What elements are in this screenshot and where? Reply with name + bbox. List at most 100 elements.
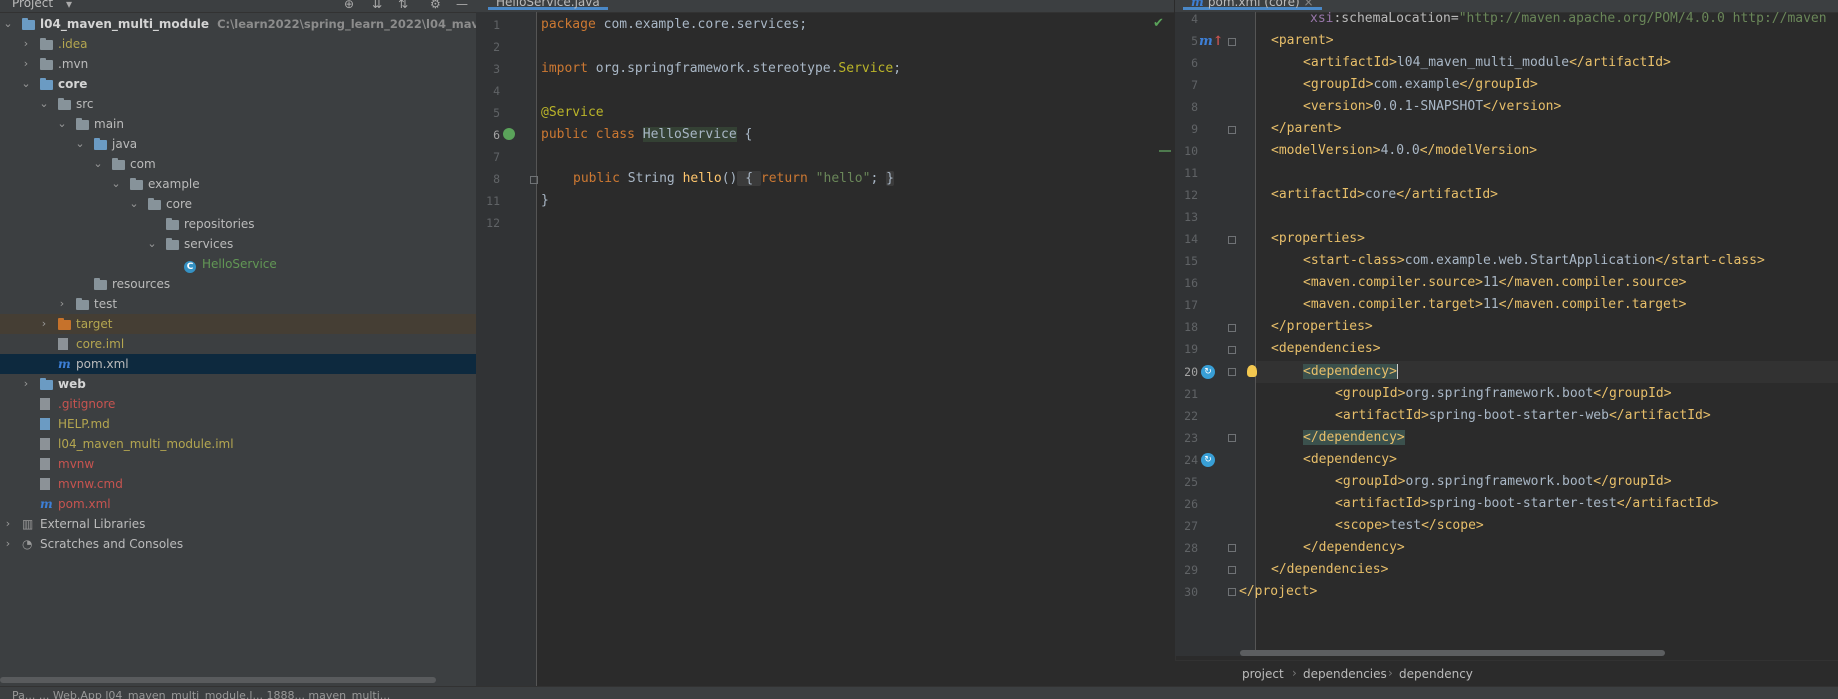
folder-icon — [40, 34, 53, 54]
tree-item-example[interactable]: ⌄ example — [0, 174, 476, 194]
run-dependency-icon[interactable]: ↻ — [1201, 453, 1215, 467]
chevron-right-icon[interactable]: › — [20, 374, 32, 394]
folder-icon — [76, 114, 89, 134]
chevron-down-icon[interactable]: ⌄ — [128, 194, 140, 214]
fold-icon[interactable] — [1228, 126, 1236, 134]
xml-line-25: <groupId>org.springframework.boot</group… — [1335, 474, 1672, 489]
scratches-icon: ◔ — [22, 537, 33, 551]
tree-item-main[interactable]: ⌄ main — [0, 114, 476, 134]
fold-icon[interactable] — [1228, 324, 1236, 332]
folder-icon — [76, 294, 89, 314]
lightbulb-icon[interactable] — [1247, 365, 1257, 377]
xml-line-18: </properties> — [1271, 319, 1373, 334]
tree-item-label: com — [130, 157, 156, 171]
chevron-down-icon[interactable]: ⌄ — [56, 114, 68, 134]
line-number: 11 — [1184, 166, 1198, 180]
line-number: 4 — [493, 84, 500, 98]
chevron-down-icon[interactable]: ⌄ — [92, 154, 104, 174]
tree-item-mvnw[interactable]: mvnw — [0, 454, 476, 474]
tree-item-root-iml[interactable]: l04_maven_multi_module.iml — [0, 434, 476, 454]
tree-item-gitignore[interactable]: .gitignore — [0, 394, 476, 414]
chevron-right-icon[interactable]: › — [2, 514, 14, 534]
chevron-right-icon[interactable]: › — [20, 34, 32, 54]
minimize-icon[interactable]: — — [456, 0, 468, 11]
fold-icon[interactable] — [1228, 588, 1236, 596]
line-number: 4 — [1191, 12, 1198, 26]
maven-icon: m — [40, 497, 53, 511]
chevron-right-icon[interactable]: › — [2, 534, 14, 554]
tree-item-web[interactable]: › web — [0, 374, 476, 394]
locate-icon[interactable]: ⊕ — [344, 0, 354, 11]
tree-item-test[interactable]: › test — [0, 294, 476, 314]
xml-line-16: <maven.compiler.source>11</maven.compile… — [1303, 275, 1687, 290]
chevron-down-icon[interactable]: ⌄ — [20, 74, 32, 94]
tree-item-target[interactable]: › target — [0, 314, 476, 334]
fold-icon[interactable] — [1228, 544, 1236, 552]
chevron-down-icon[interactable]: ⌄ — [2, 14, 14, 34]
tree-item-src[interactable]: ⌄ src — [0, 94, 476, 114]
line-number: 9 — [1191, 122, 1198, 136]
tree-item-resources[interactable]: resources — [0, 274, 476, 294]
tree-item-com[interactable]: ⌄ com — [0, 154, 476, 174]
fold-icon[interactable] — [530, 176, 538, 184]
check-icon[interactable]: ✔ — [1153, 16, 1164, 31]
fold-icon[interactable] — [1228, 434, 1236, 442]
tab-pom-core[interactable]: m pom.xml (core) × — [1183, 0, 1322, 10]
gitignore-file-icon — [40, 394, 50, 414]
chevron-down-icon[interactable]: ⌄ — [74, 134, 86, 154]
tree-item-core-iml[interactable]: core.iml — [0, 334, 476, 354]
tree-item-core-pom[interactable]: m pom.xml — [0, 354, 476, 374]
editor-scrollbar[interactable] — [1240, 650, 1665, 656]
code-line-3: import org.springframework.stereotype.Se… — [541, 61, 902, 76]
tree-item-help-md[interactable]: HELP.md — [0, 414, 476, 434]
line-number: 27 — [1184, 519, 1198, 533]
project-panel-title[interactable]: Project — [12, 0, 53, 10]
fold-icon[interactable] — [1228, 236, 1236, 244]
tree-item-repositories[interactable]: repositories — [0, 214, 476, 234]
tab-helloservice[interactable]: HelloService.java — [488, 0, 608, 10]
excluded-folder-icon — [58, 314, 71, 334]
tree-item-external-libraries[interactable]: › ▥ External Libraries — [0, 514, 476, 534]
run-dependency-icon[interactable]: ↻ — [1201, 365, 1215, 379]
collapse-all-icon[interactable]: ⇊ — [372, 0, 382, 11]
tree-item-label: Scratches and Consoles — [40, 537, 184, 551]
project-panel-scrollbar[interactable] — [0, 677, 436, 683]
breadcrumb-project[interactable]: project — [1242, 667, 1284, 681]
tree-item-root-pom[interactable]: m pom.xml — [0, 494, 476, 514]
tree-item-core-package[interactable]: ⌄ core — [0, 194, 476, 214]
tree-item-java[interactable]: ⌄ java — [0, 134, 476, 154]
tree-item-idea[interactable]: › .idea — [0, 34, 476, 54]
chevron-down-icon[interactable]: ⌄ — [38, 94, 50, 114]
xml-line-20[interactable]: <dependency> — [1303, 361, 1398, 383]
line-number: 24 — [1184, 453, 1198, 467]
chevron-down-icon[interactable]: ▾ — [66, 0, 72, 11]
maven-parent-icon[interactable]: m↑ — [1199, 34, 1224, 49]
breadcrumb-dependency[interactable]: dependency — [1399, 667, 1473, 681]
fold-icon[interactable] — [1228, 38, 1236, 46]
breadcrumb-dependencies[interactable]: dependencies — [1303, 667, 1387, 681]
package-icon — [148, 194, 161, 214]
library-icon: ▥ — [22, 517, 34, 531]
line-number: 17 — [1184, 298, 1198, 312]
tree-item-mvn[interactable]: › .mvn — [0, 54, 476, 74]
line-number: 8 — [1191, 100, 1198, 114]
tree-item-scratches[interactable]: › ◔ Scratches and Consoles — [0, 534, 476, 554]
fold-icon[interactable] — [1228, 566, 1236, 574]
expand-icon[interactable]: ⇅ — [398, 0, 408, 11]
fold-icon[interactable] — [1228, 346, 1236, 354]
tree-item-services[interactable]: ⌄ services — [0, 234, 476, 254]
chevron-down-icon[interactable]: ⌄ — [146, 234, 158, 254]
gear-icon[interactable]: ⚙ — [430, 0, 441, 11]
line-number: 8 — [493, 172, 500, 186]
xml-line-14: <properties> — [1271, 231, 1365, 246]
tree-item-root[interactable]: ⌄ l04_maven_multi_module C:\learn2022\spr… — [0, 14, 552, 34]
chevron-down-icon[interactable]: ⌄ — [110, 174, 122, 194]
chevron-right-icon[interactable]: › — [20, 54, 32, 74]
tree-item-mvnw-cmd[interactable]: mvnw.cmd — [0, 474, 476, 494]
tree-item-core-module[interactable]: ⌄ core — [0, 74, 476, 94]
fold-icon[interactable] — [1228, 368, 1236, 376]
chevron-right-icon[interactable]: › — [38, 314, 50, 334]
spring-bean-icon[interactable] — [503, 128, 515, 140]
chevron-right-icon[interactable]: › — [56, 294, 68, 314]
tree-item-helloservice[interactable]: C HelloService — [0, 254, 476, 274]
